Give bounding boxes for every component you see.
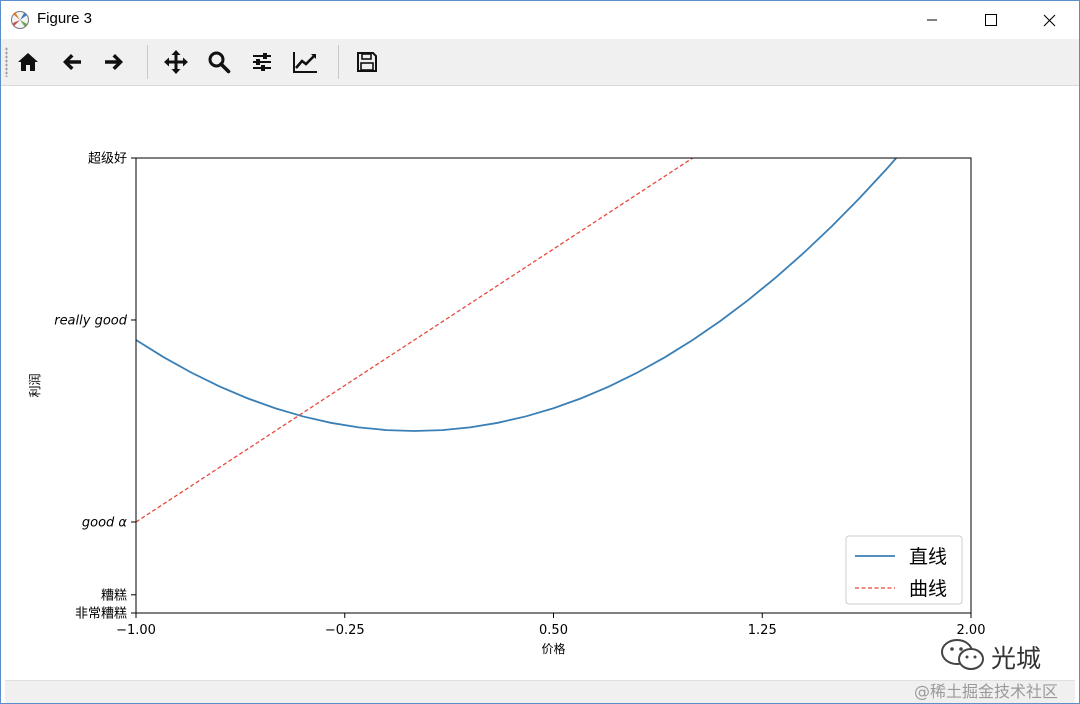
floppy-icon bbox=[357, 52, 377, 72]
x-tick-label: 0.50 bbox=[539, 623, 568, 638]
app-icon bbox=[11, 11, 29, 29]
maximize-icon bbox=[985, 14, 997, 26]
y-axis: 非常糟糕 糟糕 good α really good 超级好 bbox=[54, 152, 136, 622]
arrow-right-icon bbox=[105, 54, 123, 70]
home-button[interactable] bbox=[11, 45, 45, 79]
close-icon bbox=[1043, 14, 1055, 26]
figure-window: Figure 3 −1.00 −0.25 0.50 1.25 2.00 非常糟糕… bbox=[0, 0, 1080, 704]
watermark-site: @稀土掘金技术社区 bbox=[914, 682, 1059, 701]
toolbar-separator bbox=[338, 45, 339, 79]
y-tick-label: 超级好 bbox=[88, 152, 127, 167]
y-tick-label: good α bbox=[82, 516, 128, 531]
x-tick-label: 1.25 bbox=[748, 623, 777, 638]
x-tick-label: 2.00 bbox=[957, 623, 986, 638]
y-tick-label: 非常糟糕 bbox=[75, 607, 127, 622]
toolbar-grip[interactable] bbox=[5, 47, 8, 77]
edit-axes-button[interactable] bbox=[288, 45, 322, 79]
plot-svg[interactable]: −1.00 −0.25 0.50 1.25 2.00 非常糟糕 糟糕 good α reall… bbox=[1, 86, 1079, 678]
forward-button[interactable] bbox=[97, 45, 131, 79]
maximize-button[interactable] bbox=[968, 1, 1014, 39]
sliders-icon bbox=[253, 53, 271, 71]
series-layer bbox=[136, 158, 898, 523]
wechat-logo-icon bbox=[941, 639, 984, 670]
minimize-icon bbox=[927, 19, 937, 21]
pan-button[interactable] bbox=[159, 45, 193, 79]
x-tick-label: −0.25 bbox=[325, 623, 365, 638]
y-tick-label: 糟糕 bbox=[101, 588, 127, 603]
zoom-button[interactable] bbox=[202, 45, 236, 79]
back-button[interactable] bbox=[55, 45, 89, 79]
minimize-button[interactable] bbox=[909, 1, 955, 39]
x-axis: −1.00 −0.25 0.50 1.25 2.00 bbox=[116, 613, 985, 638]
legend-label: 曲线 bbox=[909, 578, 947, 600]
move-icon bbox=[164, 50, 188, 74]
legend-label: 直线 bbox=[909, 546, 947, 568]
arrow-left-icon bbox=[63, 54, 81, 70]
home-icon bbox=[18, 53, 38, 71]
series-line-2 bbox=[136, 158, 694, 523]
navigation-toolbar bbox=[1, 39, 1079, 86]
title-bar: Figure 3 bbox=[1, 1, 1079, 39]
magnifier-icon bbox=[208, 51, 231, 74]
y-tick-label: really good bbox=[54, 313, 128, 328]
line-chart-icon bbox=[293, 52, 317, 73]
series-line-1 bbox=[136, 158, 898, 432]
watermark-brand: 光城 bbox=[991, 644, 1042, 673]
legend: 直线曲线 bbox=[845, 535, 963, 605]
x-tick-label: −1.00 bbox=[116, 623, 156, 638]
window-title: Figure 3 bbox=[37, 10, 93, 27]
figure-canvas[interactable]: −1.00 −0.25 0.50 1.25 2.00 非常糟糕 糟糕 good α reall… bbox=[1, 86, 1079, 678]
configure-subplots-button[interactable] bbox=[245, 45, 279, 79]
save-button[interactable] bbox=[350, 45, 384, 79]
close-button[interactable] bbox=[1026, 1, 1072, 39]
x-axis-label: 价格 bbox=[541, 641, 565, 656]
y-axis-label: 利润 bbox=[28, 373, 42, 397]
toolbar-separator bbox=[147, 45, 148, 79]
